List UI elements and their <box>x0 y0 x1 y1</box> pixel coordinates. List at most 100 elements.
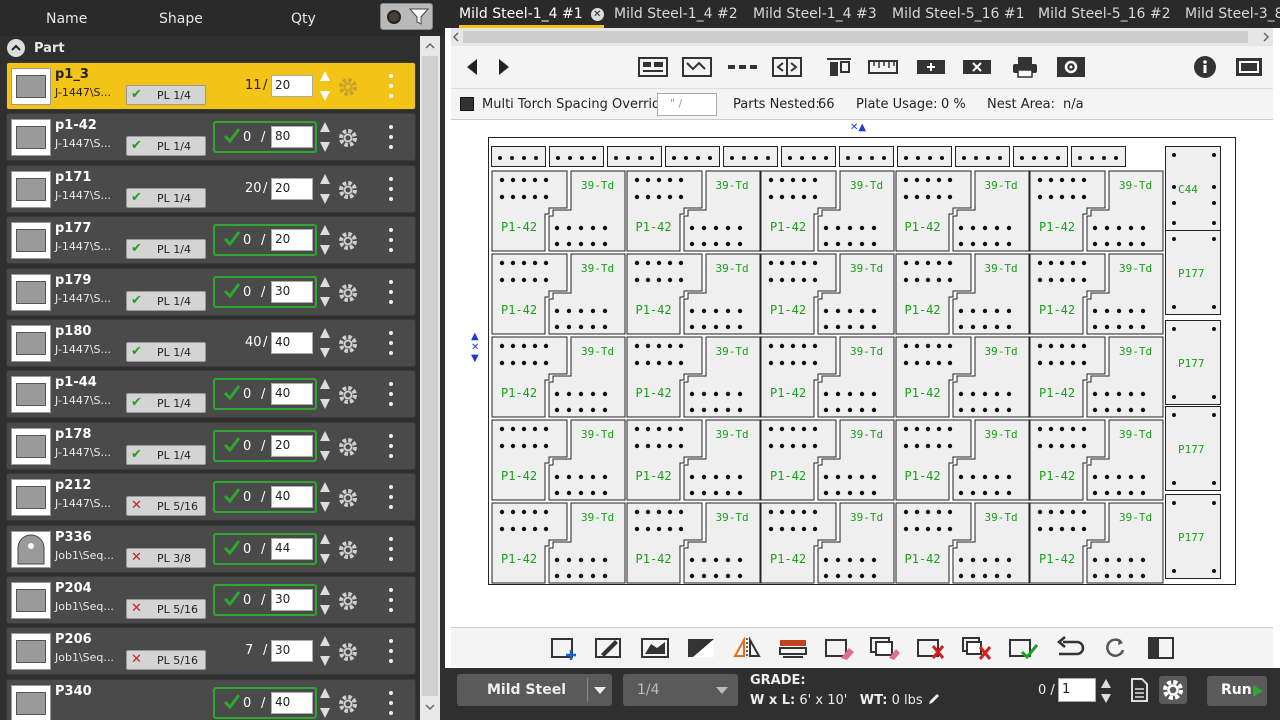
part-group-header[interactable]: Part <box>0 38 420 60</box>
nested-part-pair[interactable]: 39-Td P1-42 <box>626 502 761 584</box>
gear-icon[interactable] <box>337 282 359 304</box>
part-row[interactable]: p212 J-1447\S... ✕ PL 5/16 0 / 40 <box>6 473 416 522</box>
delete-part-icon[interactable] <box>915 636 947 660</box>
part-row[interactable]: P336 Job1\Seq... ✕ PL 3/8 0 / 44 <box>6 524 416 573</box>
plate-count-input[interactable]: 1 <box>1058 678 1096 702</box>
qty-input[interactable]: 30 <box>271 589 313 611</box>
mirror-part-icon[interactable] <box>731 636 763 660</box>
delete-all-icon[interactable] <box>961 636 993 660</box>
accept-part-icon[interactable] <box>1007 636 1039 660</box>
tab-scroll-thumb[interactable] <box>463 31 1248 43</box>
nested-part-pair[interactable]: 39-Td P1-42 <box>491 502 626 584</box>
report-button[interactable] <box>1125 676 1153 704</box>
arrow-up-icon[interactable] <box>319 223 331 237</box>
arrow-down-icon[interactable] <box>319 346 331 360</box>
multi-torch-checkbox[interactable] <box>460 97 474 111</box>
arrow-down-icon[interactable] <box>319 243 331 257</box>
stack-parts-icon[interactable] <box>777 636 809 660</box>
nested-strip-part[interactable] <box>1013 146 1068 167</box>
arrow-down-icon[interactable] <box>319 449 331 463</box>
material-dropdown[interactable]: Mild Steel <box>457 674 612 706</box>
gear-icon[interactable] <box>337 487 359 509</box>
arrow-down-icon[interactable] <box>319 89 331 103</box>
qty-stepper[interactable] <box>319 429 331 465</box>
nested-part-pair[interactable]: 39-Td P1-42 <box>1029 502 1164 584</box>
more-options-icon[interactable] <box>387 382 395 408</box>
nested-column-part[interactable]: P177 <box>1165 406 1221 491</box>
qty-stepper[interactable] <box>319 69 331 105</box>
arrow-up-icon[interactable] <box>319 532 331 546</box>
scroll-left-icon[interactable] <box>451 28 461 46</box>
part-row[interactable]: P204 Job1\Seq... ✕ PL 5/16 0 / 30 <box>6 576 416 624</box>
arrow-up-icon[interactable] <box>319 69 331 83</box>
nest-selected-icon[interactable] <box>681 55 713 79</box>
nested-strip-part[interactable] <box>897 146 952 167</box>
scroll-right-icon[interactable] <box>1261 28 1271 46</box>
more-options-icon[interactable] <box>387 331 395 357</box>
tab-nest[interactable]: Mild Steel-1_4 #2 <box>614 0 738 28</box>
more-options-icon[interactable] <box>387 74 395 100</box>
qty-input[interactable]: 20 <box>271 177 313 200</box>
col-shape-header[interactable]: Shape <box>159 11 203 27</box>
nested-part-pair[interactable]: 39-Td P1-42 <box>626 253 761 335</box>
arrow-up-icon[interactable] <box>319 634 331 648</box>
arrow-down-icon[interactable] <box>319 295 331 309</box>
erase-all-icon[interactable] <box>869 636 901 660</box>
qty-input[interactable]: 80 <box>271 126 313 149</box>
nested-strip-part[interactable] <box>549 146 604 167</box>
part-row[interactable]: p177 J-1447\S... ✔ PL 1/4 0 / 20 <box>6 216 416 265</box>
tab-scrollbar[interactable] <box>451 28 1273 46</box>
qty-stepper[interactable] <box>319 172 331 208</box>
collapse-icon[interactable] <box>7 39 25 57</box>
align-top-icon[interactable] <box>823 55 855 79</box>
nested-part-pair[interactable]: 39-Td P1-42 <box>760 170 895 252</box>
tab-nest[interactable]: Mild Steel-3_8 <box>1185 0 1280 28</box>
edit-part-icon[interactable] <box>593 636 625 660</box>
more-options-icon[interactable] <box>387 485 395 511</box>
more-options-icon[interactable] <box>387 228 395 254</box>
more-options-icon[interactable] <box>387 176 395 203</box>
add-part-icon[interactable] <box>549 636 581 660</box>
qty-input[interactable]: 40 <box>271 691 313 714</box>
arrow-down-icon[interactable] <box>319 654 331 668</box>
undo-icon[interactable] <box>1053 636 1085 660</box>
part-view-icon[interactable] <box>639 636 671 660</box>
gear-icon[interactable] <box>337 590 359 612</box>
arrow-down-icon[interactable] <box>319 552 331 566</box>
mirror-icon[interactable] <box>771 55 803 79</box>
torch-spacing-input[interactable]: " / <box>657 93 717 116</box>
qty-input[interactable]: 30 <box>271 280 313 303</box>
qty-stepper[interactable] <box>319 326 331 362</box>
add-grid-icon[interactable] <box>915 55 947 79</box>
qty-stepper[interactable] <box>319 223 331 259</box>
qty-input[interactable]: 20 <box>271 229 313 252</box>
tab-nest[interactable]: Mild Steel-1_4 #1 ✕ <box>459 0 604 28</box>
more-options-icon[interactable] <box>387 639 395 665</box>
edit-pencil-icon[interactable] <box>927 692 941 706</box>
nested-part-pair[interactable]: 39-Td P1-42 <box>1029 419 1164 501</box>
arrow-up-icon[interactable] <box>319 686 331 700</box>
part-row[interactable]: p1-44 J-1447\S... ✔ PL 1/4 0 / 40 <box>6 370 416 419</box>
qty-input[interactable]: 40 <box>271 486 313 509</box>
nested-part-pair[interactable]: 39-Td P1-42 <box>626 336 761 418</box>
arrow-down-icon[interactable] <box>319 140 331 154</box>
part-row[interactable]: p178 J-1447\S... ✔ PL 1/4 0 / 20 <box>6 421 416 470</box>
run-button[interactable]: Run <box>1207 676 1267 706</box>
nested-strip-part[interactable] <box>839 146 894 167</box>
plate-sheet[interactable]: 39-Td P1-42 39-Td P1-42 39-Td P1-42 39-T… <box>488 137 1236 585</box>
gear-icon[interactable] <box>337 127 359 149</box>
nested-strip-part[interactable] <box>781 146 836 167</box>
nest-all-icon[interactable] <box>637 55 669 79</box>
qty-stepper[interactable] <box>319 377 331 413</box>
nested-strip-part[interactable] <box>723 146 778 167</box>
arrow-down-icon[interactable] <box>319 706 331 720</box>
thickness-dropdown[interactable]: 1/4 <box>623 674 738 706</box>
nest-canvas[interactable]: ✕▲ ▲ ✕ ▼ 39-Td P1-42 39-Td P1-42 39-Td P… <box>451 121 1273 627</box>
nested-part-pair[interactable]: 39-Td P1-42 <box>760 502 895 584</box>
gear-icon[interactable] <box>337 539 359 561</box>
arrow-up-icon[interactable] <box>319 377 331 391</box>
tab-nest[interactable]: Mild Steel-1_4 #3 <box>753 0 877 28</box>
qty-stepper[interactable] <box>319 532 331 568</box>
nested-part-pair[interactable]: 39-Td P1-42 <box>1029 336 1164 418</box>
more-options-icon[interactable] <box>387 588 395 614</box>
